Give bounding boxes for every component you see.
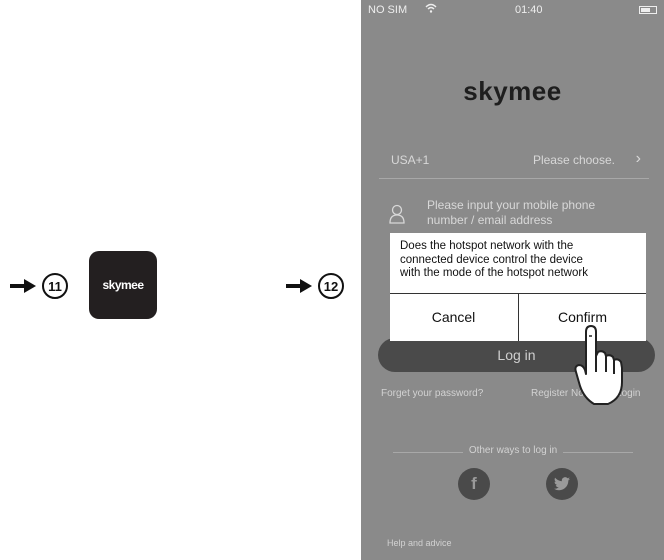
step-12-marker: 12 [286, 273, 344, 299]
phone-screen: NO SIM 01:40 skymee USA+1 Please choose.… [361, 0, 664, 560]
step-11-marker: 11 [10, 273, 68, 299]
brand-logo-text: skymee [463, 76, 562, 106]
status-time: 01:40 [515, 4, 543, 16]
skymee-app-icon[interactable]: skymee [89, 251, 157, 319]
chevron-right-icon: › [635, 150, 641, 167]
country-selector[interactable]: USA+1 Please choose. › [379, 148, 649, 179]
twitter-icon[interactable] [546, 468, 578, 500]
cancel-button[interactable]: Cancel [390, 294, 517, 341]
account-input[interactable]: Please input your mobile phone number / … [379, 196, 649, 236]
user-icon [389, 204, 405, 227]
arrow-right-icon [10, 279, 36, 293]
status-bar: NO SIM 01:40 [361, 0, 664, 22]
dialog-message: Does the hotspot network with the connec… [400, 240, 640, 281]
wifi-icon [425, 3, 437, 16]
step-number-12: 12 [318, 273, 344, 299]
dialog-message-line2: connected device control the device [400, 253, 583, 266]
app-icon-label: skymee [102, 278, 144, 292]
battery-icon [639, 6, 657, 14]
account-placeholder-line2: number / email address [427, 213, 553, 227]
carrier-label: NO SIM [368, 4, 408, 16]
help-link[interactable]: Help and advice [387, 538, 452, 548]
pointing-hand-icon [572, 312, 636, 413]
dialog-message-line1: Does the hotspot network with the [400, 240, 574, 252]
step-number-11: 11 [42, 273, 68, 299]
country-choose-label: Please choose. [532, 153, 615, 167]
facebook-icon[interactable]: f [458, 468, 490, 500]
account-placeholder: Please input your mobile phone number / … [427, 198, 637, 228]
account-placeholder-line1: Please input your mobile phone [427, 198, 596, 212]
other-ways-label: Other ways to log in [383, 445, 643, 459]
arrow-right-icon [286, 279, 312, 293]
facebook-glyph: f [471, 474, 477, 493]
forgot-password-link[interactable]: Forget your password? [381, 388, 483, 399]
country-code: USA+1 [391, 153, 430, 167]
dialog-message-line3: with the mode of the hotspot network [400, 267, 588, 279]
